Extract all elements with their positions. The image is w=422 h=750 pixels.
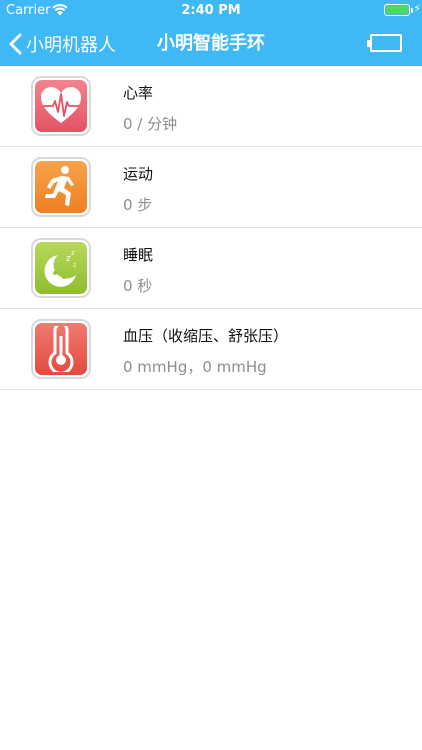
icon-frame: [31, 319, 91, 379]
list-item-sleep[interactable]: z z z 睡眠 0 秒: [0, 228, 422, 309]
svg-text:z: z: [71, 249, 75, 257]
chevron-left-icon: [9, 33, 22, 55]
charging-bolt-icon: ⚡: [413, 2, 421, 15]
item-value: 0 秒: [123, 277, 153, 295]
back-button[interactable]: 小明机器人: [8, 22, 116, 66]
sleep-moon-icon: z z z: [35, 242, 87, 294]
heart-rate-icon: [35, 80, 87, 132]
back-button-label: 小明机器人: [26, 35, 116, 56]
icon-frame: [31, 76, 91, 136]
item-value: 0 步: [123, 196, 153, 214]
icon-frame: [31, 157, 91, 217]
list-item-blood-pressure[interactable]: 血压（收缩压、舒张压） 0 mmHg，0 mmHg: [0, 309, 422, 390]
nav-bar: 小明机器人 小明智能手环: [0, 22, 422, 66]
battery-charging-icon: [384, 4, 410, 16]
status-bar: Carrier 2:40 PM ⚡: [0, 0, 422, 22]
item-title: 睡眠: [123, 246, 154, 264]
list-item-exercise[interactable]: 运动 0 步: [0, 147, 422, 228]
icon-frame: z z z: [31, 238, 91, 298]
item-title: 心率: [123, 84, 154, 102]
item-title: 运动: [123, 165, 154, 183]
item-value: 0 / 分钟: [123, 115, 178, 133]
battery-empty-icon[interactable]: [367, 34, 402, 52]
running-icon: [35, 161, 87, 213]
thermometer-icon: [35, 323, 87, 375]
svg-text:z: z: [73, 262, 76, 269]
item-title: 血压（收缩压、舒张压）: [123, 327, 289, 345]
health-list: 心率 0 / 分钟 运动 0 步 z z z 睡眠 0 秒 血压（收缩压、舒张压…: [0, 66, 422, 390]
list-item-heart-rate[interactable]: 心率 0 / 分钟: [0, 66, 422, 147]
item-value: 0 mmHg，0 mmHg: [123, 358, 267, 376]
status-time: 2:40 PM: [181, 3, 241, 18]
top-bar: Carrier 2:40 PM ⚡ 小明机器人 小明智能手环: [0, 0, 422, 66]
